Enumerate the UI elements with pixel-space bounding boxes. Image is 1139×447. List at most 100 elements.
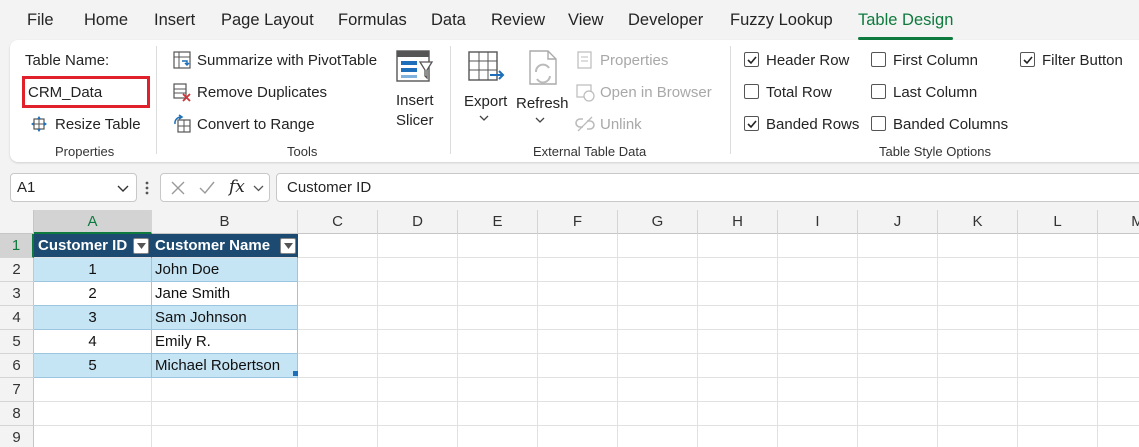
- cell[interactable]: [538, 402, 618, 426]
- refresh-icon[interactable]: [524, 48, 564, 88]
- cell[interactable]: [698, 306, 778, 330]
- table-cell-customer-name[interactable]: Emily R.: [152, 330, 298, 354]
- cell[interactable]: [298, 330, 378, 354]
- open-in-browser-button[interactable]: Open in Browser: [600, 84, 712, 102]
- cell[interactable]: [298, 354, 378, 378]
- cell[interactable]: [1098, 258, 1139, 282]
- tab-insert[interactable]: Insert: [154, 10, 195, 32]
- column-header-k[interactable]: K: [938, 210, 1018, 234]
- cell[interactable]: [378, 258, 458, 282]
- enter-check-icon[interactable]: [198, 180, 216, 196]
- cell[interactable]: [378, 426, 458, 447]
- cancel-icon[interactable]: [170, 180, 186, 196]
- banded-columns-checkbox[interactable]: [871, 116, 886, 131]
- cell[interactable]: [538, 258, 618, 282]
- cell[interactable]: [298, 234, 378, 258]
- cell[interactable]: [1018, 282, 1098, 306]
- first-column-checkbox[interactable]: [871, 52, 886, 67]
- cell[interactable]: [858, 354, 938, 378]
- tab-data[interactable]: Data: [431, 10, 466, 32]
- tab-formulas[interactable]: Formulas: [338, 10, 407, 32]
- column-header-l[interactable]: L: [1018, 210, 1098, 234]
- cell[interactable]: [1018, 234, 1098, 258]
- cell[interactable]: [938, 282, 1018, 306]
- table-resize-handle[interactable]: [293, 371, 298, 376]
- cell[interactable]: [378, 354, 458, 378]
- cell[interactable]: [538, 426, 618, 447]
- table-header-customer-name[interactable]: Customer Name: [152, 234, 298, 258]
- last-column-checkbox[interactable]: [871, 84, 886, 99]
- cell[interactable]: [618, 354, 698, 378]
- cell[interactable]: [618, 330, 698, 354]
- cell[interactable]: [538, 354, 618, 378]
- cell[interactable]: [152, 378, 298, 402]
- cell[interactable]: [1098, 378, 1139, 402]
- cell[interactable]: [698, 426, 778, 447]
- filter-button-checkbox[interactable]: [1020, 52, 1035, 67]
- cell[interactable]: [698, 234, 778, 258]
- cell[interactable]: [378, 234, 458, 258]
- cell[interactable]: [1018, 354, 1098, 378]
- cell[interactable]: [698, 330, 778, 354]
- cell[interactable]: [458, 354, 538, 378]
- cell[interactable]: [538, 282, 618, 306]
- table-cell-customer-id[interactable]: 3: [34, 306, 152, 330]
- insert-slicer-button[interactable]: Insert: [396, 92, 434, 110]
- cell[interactable]: [618, 426, 698, 447]
- cell[interactable]: [778, 426, 858, 447]
- cell[interactable]: [938, 258, 1018, 282]
- tab-view[interactable]: View: [568, 10, 603, 32]
- cell[interactable]: [538, 330, 618, 354]
- cell[interactable]: [298, 258, 378, 282]
- insert-slicer-label[interactable]: Slicer: [396, 112, 434, 130]
- cell[interactable]: [618, 378, 698, 402]
- header-row-checkbox[interactable]: [744, 52, 759, 67]
- formula-input[interactable]: Customer ID: [276, 173, 1139, 202]
- tab-home[interactable]: Home: [84, 10, 128, 32]
- cell[interactable]: [938, 426, 1018, 447]
- cell[interactable]: [938, 234, 1018, 258]
- tab-review[interactable]: Review: [491, 10, 545, 32]
- table-cell-customer-name[interactable]: Sam Johnson: [152, 306, 298, 330]
- tab-developer[interactable]: Developer: [628, 10, 703, 32]
- cell[interactable]: [938, 378, 1018, 402]
- row-header-3[interactable]: 3: [0, 282, 34, 306]
- cell[interactable]: [1098, 426, 1139, 447]
- cell[interactable]: [698, 402, 778, 426]
- cell[interactable]: [778, 258, 858, 282]
- cell[interactable]: [378, 306, 458, 330]
- export-icon[interactable]: [466, 48, 506, 88]
- cell[interactable]: [618, 282, 698, 306]
- row-header-9[interactable]: 9: [0, 426, 34, 447]
- remove-duplicates-button[interactable]: Remove Duplicates: [197, 84, 327, 102]
- cell[interactable]: [618, 234, 698, 258]
- row-header-5[interactable]: 5: [0, 330, 34, 354]
- table-cell-customer-id[interactable]: 4: [34, 330, 152, 354]
- column-header-j[interactable]: J: [858, 210, 938, 234]
- cell[interactable]: [378, 282, 458, 306]
- total-row-checkbox[interactable]: [744, 84, 759, 99]
- chevron-down-icon[interactable]: [117, 185, 129, 193]
- cell[interactable]: [858, 426, 938, 447]
- cell[interactable]: [458, 258, 538, 282]
- filter-dropdown-button[interactable]: [133, 238, 149, 254]
- insert-slicer-icon[interactable]: [394, 48, 434, 88]
- tab-page-layout[interactable]: Page Layout: [221, 10, 314, 32]
- cell[interactable]: [458, 282, 538, 306]
- name-box[interactable]: A1: [10, 173, 137, 202]
- cell[interactable]: [938, 354, 1018, 378]
- banded-rows-checkbox[interactable]: [744, 116, 759, 131]
- cell[interactable]: [1018, 258, 1098, 282]
- cell[interactable]: [538, 234, 618, 258]
- cell[interactable]: [458, 306, 538, 330]
- cell[interactable]: [458, 426, 538, 447]
- table-cell-customer-id[interactable]: 2: [34, 282, 152, 306]
- column-header-d[interactable]: D: [378, 210, 458, 234]
- cell[interactable]: [378, 330, 458, 354]
- cell[interactable]: [778, 330, 858, 354]
- table-cell-customer-id[interactable]: 5: [34, 354, 152, 378]
- tab-table-design[interactable]: Table Design: [858, 10, 954, 40]
- column-header-c[interactable]: C: [298, 210, 378, 234]
- cell[interactable]: [1098, 354, 1139, 378]
- cell[interactable]: [34, 402, 152, 426]
